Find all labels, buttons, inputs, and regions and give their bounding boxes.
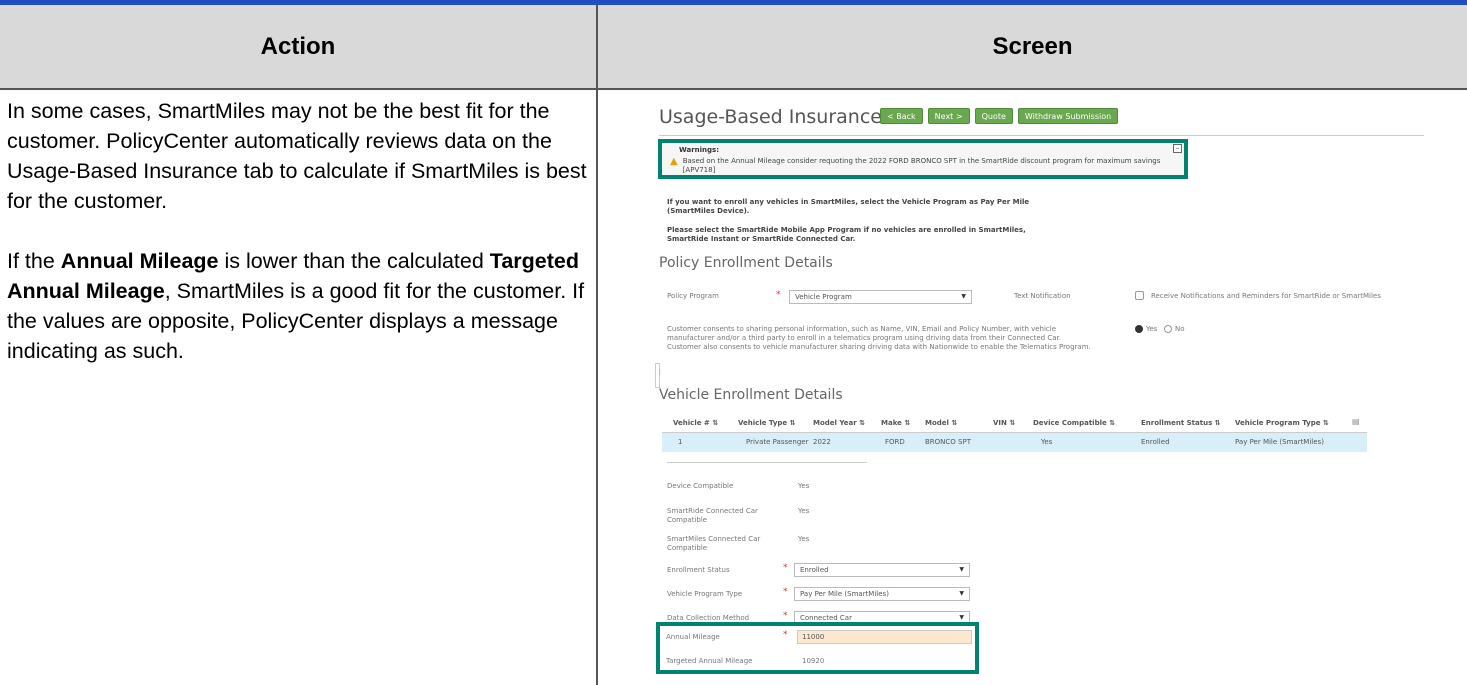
select-value: Pay Per Mile (SmartMiles) <box>800 590 889 598</box>
cell-device-compatible: Yes <box>1041 438 1053 446</box>
cell-vehicle-type: Private Passenger <box>746 438 809 446</box>
cell-enrollment-status: Enrolled <box>1141 438 1170 446</box>
column-header-device-compatible[interactable]: Device Compatible ⇅ <box>1033 419 1115 427</box>
policycenter-screenshot: Usage-Based Insurance < Back Next > Quot… <box>648 95 1463 685</box>
receive-notifications-checkbox[interactable] <box>1135 291 1144 300</box>
required-marker: * <box>783 563 788 573</box>
close-icon[interactable]: – <box>1173 144 1182 153</box>
smartmiles-connected-car-label: SmartMiles Connected Car Compatible <box>667 535 761 552</box>
column-header-make[interactable]: Make ⇅ <box>881 419 910 427</box>
back-button[interactable]: < Back <box>880 108 923 124</box>
program-type-label: Vehicle Program Type <box>667 590 743 598</box>
info-smartride: Please select the SmartRide Mobile App P… <box>667 226 1026 243</box>
action-instructions: In some cases, SmartMiles may not be the… <box>7 96 592 396</box>
column-header-vehicle-type[interactable]: Vehicle Type ⇅ <box>738 419 795 427</box>
detail-divider <box>667 462 867 463</box>
chevron-down-icon: ▼ <box>959 614 964 621</box>
column-header-vehicle-number[interactable]: Vehicle # ⇅ <box>673 419 718 427</box>
action-column: Action In some cases, SmartMiles may not… <box>0 5 598 685</box>
cell-vehicle-number: 1 <box>678 438 683 446</box>
warning-icon: ▲ <box>670 156 678 167</box>
policy-program-label: Policy Program <box>667 292 719 300</box>
policy-enrollment-heading: Policy Enrollment Details <box>659 255 833 271</box>
enrollment-status-select[interactable]: Enrolled ▼ <box>794 563 970 577</box>
targeted-mileage-label: Targeted Annual Mileage <box>666 657 753 665</box>
text-notification-label: Text Notification <box>1014 292 1071 300</box>
text-run: If the <box>7 249 61 273</box>
required-marker: * <box>783 630 788 640</box>
vehicle-enrollment-heading: Vehicle Enrollment Details <box>659 387 843 403</box>
select-value: Vehicle Program <box>795 293 852 301</box>
cell-model: BRONCO SPT <box>925 438 971 446</box>
enrollment-status-label: Enrollment Status <box>667 566 730 574</box>
receive-notifications-label: Receive Notifications and Reminders for … <box>1151 292 1381 300</box>
chevron-down-icon: ▼ <box>959 590 964 597</box>
cell-make: FORD <box>885 438 905 446</box>
mileage-highlight-box: Annual Mileage * 11000 Targeted Annual M… <box>656 622 979 674</box>
annual-mileage-label: Annual Mileage <box>666 633 720 641</box>
connected-car-value: Yes <box>798 507 810 515</box>
policy-program-select[interactable]: Vehicle Program ▼ <box>789 290 972 304</box>
cell-program-type: Pay Per Mile (SmartMiles) <box>1235 438 1324 446</box>
consent-yes-radio[interactable] <box>1135 325 1143 333</box>
consent-yes-label: Yes <box>1146 325 1158 333</box>
screen-column: Screen Usage-Based Insurance < Back Next… <box>598 5 1467 685</box>
toolbar: < Back Next > Quote Withdraw Submission <box>880 108 1119 124</box>
warnings-panel: Warnings: ▲ Based on the Annual Mileage … <box>658 139 1188 179</box>
info-smartmiles: If you want to enroll any vehicles in Sm… <box>667 198 1030 215</box>
program-type-select[interactable]: Pay Per Mile (SmartMiles) ▼ <box>794 587 970 601</box>
warning-message: Based on the Annual Mileage consider req… <box>682 157 1161 174</box>
action-column-header: Action <box>0 5 596 90</box>
vehicle-table: Vehicle # ⇅ Vehicle Type ⇅ Model Year ⇅ … <box>662 414 1367 452</box>
required-marker: * <box>776 290 781 300</box>
select-value: Connected Car <box>800 614 852 622</box>
consent-no-radio[interactable] <box>1164 325 1172 333</box>
column-header-program-type[interactable]: Vehicle Program Type ⇅ <box>1235 419 1329 427</box>
panel-collapse-handle[interactable]: ⋮ <box>655 363 663 388</box>
device-compatible-value: Yes <box>798 482 810 490</box>
vehicle-table-header-row: Vehicle # ⇅ Vehicle Type ⇅ Model Year ⇅ … <box>662 414 1367 433</box>
consent-no-label: No <box>1175 325 1185 333</box>
chevron-down-icon: ▼ <box>961 293 966 300</box>
smartmiles-connected-car-value: Yes <box>798 535 810 543</box>
action-paragraph-1: In some cases, SmartMiles may not be the… <box>7 99 587 213</box>
targeted-mileage-value: 10920 <box>802 657 825 665</box>
warnings-title: Warnings: <box>679 146 719 154</box>
column-header-enrollment-status[interactable]: Enrollment Status ⇅ <box>1141 419 1221 427</box>
required-marker: * <box>783 587 788 597</box>
screen-column-header: Screen <box>598 5 1467 90</box>
select-value: Enrolled <box>800 566 829 574</box>
consent-text: Customer consents to sharing personal in… <box>667 325 1091 351</box>
column-header-vin[interactable]: VIN ⇅ <box>993 419 1015 427</box>
next-button[interactable]: Next > <box>927 108 970 124</box>
table-row[interactable]: 1 Private Passenger 2022 FORD BRONCO SPT… <box>662 433 1367 452</box>
action-paragraph-2: If the Annual Mileage is lower than the … <box>7 246 592 366</box>
column-header-model[interactable]: Model ⇅ <box>925 419 957 427</box>
procedure-table: Action In some cases, SmartMiles may not… <box>0 5 1467 685</box>
text-run: is lower than the calculated <box>218 249 490 273</box>
chevron-down-icon: ▼ <box>959 566 964 573</box>
bold-term-annual-mileage: Annual Mileage <box>60 249 219 273</box>
annual-mileage-input[interactable]: 11000 <box>797 630 972 644</box>
connected-car-label: SmartRide Connected Car Compatible <box>667 507 758 524</box>
column-menu-icon[interactable]: ▤ <box>1352 417 1360 426</box>
column-header-model-year[interactable]: Model Year ⇅ <box>813 419 865 427</box>
required-marker: * <box>783 611 788 621</box>
withdraw-submission-button[interactable]: Withdraw Submission <box>1017 108 1119 124</box>
cell-model-year: 2022 <box>813 438 831 446</box>
quote-button[interactable]: Quote <box>974 108 1013 124</box>
title-divider <box>659 135 1424 136</box>
page-title: Usage-Based Insurance <box>659 106 882 128</box>
device-compatible-label: Device Compatible <box>667 482 734 490</box>
